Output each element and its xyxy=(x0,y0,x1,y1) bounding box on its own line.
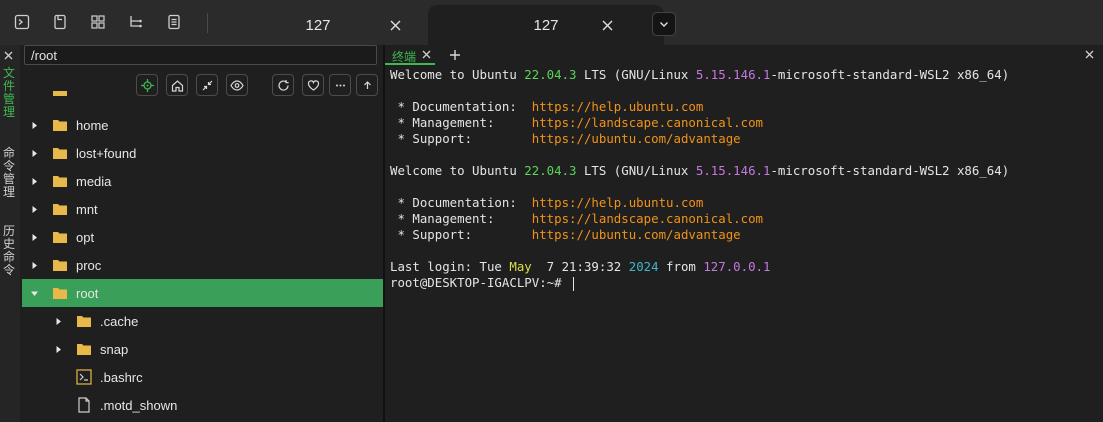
tree-structure-icon[interactable] xyxy=(127,13,145,31)
list-icon[interactable] xyxy=(165,13,183,31)
heart-icon xyxy=(307,79,319,91)
toolbar-divider xyxy=(207,13,208,33)
caret-right-icon[interactable] xyxy=(53,344,63,354)
side-rail: 文件管理 命令管理 历史命令 xyxy=(0,45,20,422)
panel-divider[interactable] xyxy=(383,45,385,422)
close-icon[interactable] xyxy=(1,48,15,62)
terminal-line: * Support: https://ubuntu.com/advantage xyxy=(390,131,741,146)
path-input[interactable] xyxy=(24,45,377,65)
layout-grid-icon[interactable] xyxy=(89,13,107,31)
upload-icon xyxy=(363,80,371,89)
file-manager-panel: home lost+found media mnt opt proc root.cache s… xyxy=(20,45,383,422)
tree-item-label: lost+found xyxy=(76,145,137,161)
document-icon[interactable] xyxy=(51,13,69,31)
close-icon[interactable] xyxy=(1083,48,1095,60)
terminal-output[interactable]: Welcome to Ubuntu 22.04.3 LTS (GNU/Linux… xyxy=(390,67,1100,417)
chevron-down-icon xyxy=(660,22,668,27)
caret-right-icon[interactable] xyxy=(29,204,39,214)
tree-item-label: .bashrc xyxy=(100,369,143,385)
caret-right-icon[interactable] xyxy=(29,148,39,158)
home-icon xyxy=(171,79,183,92)
caret-right-icon[interactable] xyxy=(29,232,39,242)
caret-right-icon[interactable] xyxy=(29,176,39,186)
terminal-line: Last login: Tue May 7 21:39:32 2024 from… xyxy=(390,259,771,274)
terminal-line: Welcome to Ubuntu 22.04.3 LTS (GNU/Linux… xyxy=(390,163,1010,178)
tree-item-label: proc xyxy=(76,257,102,273)
rail-tab-file-manager[interactable]: 文件管理 xyxy=(2,67,16,119)
rail-tab-command-manager[interactable]: 命令管理 xyxy=(2,147,16,199)
tree-item-label: snap xyxy=(100,341,129,357)
caret-right-icon[interactable] xyxy=(53,316,63,326)
tree-item-label: mnt xyxy=(76,201,98,217)
tree-item-label: media xyxy=(76,173,112,189)
tree-row[interactable]: .bashrc xyxy=(22,363,383,391)
collapse-arrows-icon xyxy=(202,80,212,90)
terminal-cursor xyxy=(573,276,575,291)
terminal-line: root@DESKTOP-IGACLPV:~# xyxy=(390,275,1100,291)
refresh-icon xyxy=(277,79,289,91)
tree-row[interactable]: home xyxy=(22,111,383,139)
terminal-line: * Support: https://ubuntu.com/advantage xyxy=(390,227,741,242)
tree-row[interactable]: .motd_shown xyxy=(22,391,383,419)
folder-icon xyxy=(53,91,67,96)
rail-tab-history[interactable]: 历史命令 xyxy=(2,225,16,277)
tree-row[interactable]: media xyxy=(22,167,383,195)
terminal-line: * Management: https://landscape.canonica… xyxy=(390,211,764,226)
more-dots-icon xyxy=(335,84,345,86)
close-icon[interactable] xyxy=(598,16,616,34)
close-icon[interactable] xyxy=(386,16,404,34)
tree-row-partial xyxy=(22,91,383,103)
tree-row[interactable]: opt xyxy=(22,223,383,251)
tree-item-label: opt xyxy=(76,229,95,245)
close-icon[interactable] xyxy=(421,49,431,59)
eye-icon xyxy=(230,79,244,91)
terminal-line: Welcome to Ubuntu 22.04.3 LTS (GNU/Linux… xyxy=(390,67,1010,82)
tab-label: 127 xyxy=(533,16,559,34)
terminal-icon[interactable] xyxy=(13,13,31,31)
add-tab-icon[interactable] xyxy=(448,48,462,62)
terminal-tab-bar: 终端 xyxy=(385,45,1103,65)
caret-right-icon[interactable] xyxy=(29,260,39,270)
crosshair-icon xyxy=(140,78,154,92)
tree-item-label: home xyxy=(76,117,109,133)
terminal-line: * Management: https://landscape.canonica… xyxy=(390,115,764,130)
tree-item-label: root xyxy=(76,285,99,301)
tab-session-1[interactable]: 127 xyxy=(210,5,426,45)
top-bar: 127 127 xyxy=(0,0,1103,45)
tree-row[interactable]: root xyxy=(22,279,383,307)
tree-row[interactable]: snap xyxy=(22,335,383,363)
tab-list-dropdown-button[interactable] xyxy=(652,12,676,36)
caret-down-icon[interactable] xyxy=(29,288,39,298)
tab-session-2[interactable]: 127 xyxy=(428,5,664,45)
terminal-line: * Documentation: https://help.ubuntu.com xyxy=(390,99,704,114)
tree-item-label: .motd_shown xyxy=(100,397,178,413)
tab-label: 127 xyxy=(305,16,331,34)
tab-terminal[interactable]: 终端 xyxy=(385,45,435,65)
caret-right-icon[interactable] xyxy=(29,120,39,130)
tree-row[interactable]: proc xyxy=(22,251,383,279)
terminal-line: * Documentation: https://help.ubuntu.com xyxy=(390,195,704,210)
terminal-tab-label: 终端 xyxy=(392,50,417,64)
tree-item-label: .cache xyxy=(100,313,139,329)
tree-row[interactable]: lost+found xyxy=(22,139,383,167)
tree-row[interactable]: .cache xyxy=(22,307,383,335)
tree-row[interactable]: mnt xyxy=(22,195,383,223)
